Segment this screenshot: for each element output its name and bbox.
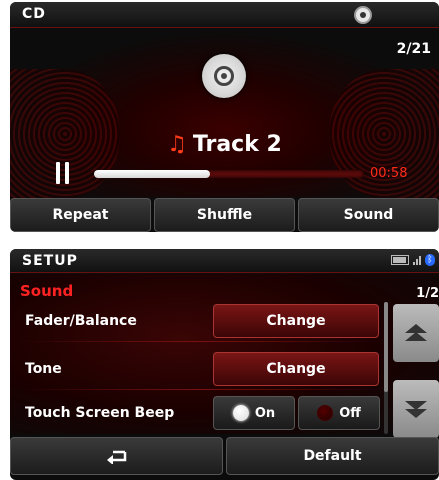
track-name: Track 2 <box>192 132 282 157</box>
track-title-line: ♫ Track 2 <box>10 132 439 157</box>
setting-row-tone: Tone Change <box>10 350 385 390</box>
scrollbar[interactable] <box>384 302 388 434</box>
cd-player-screen: CD 2/21 ♫ Track 2 00:58 Repeat Shuffle So… <box>10 2 439 232</box>
bluetooth-icon: ᛒ <box>425 254 435 266</box>
scrollbar-thumb[interactable] <box>384 302 388 392</box>
fader-balance-change-button[interactable]: Change <box>213 304 379 338</box>
setup-settings-area: Sound 1/2 Fader/Balance Change Tone Chan… <box>10 274 439 438</box>
setup-button-bar: Default <box>10 437 439 475</box>
cd-now-playing-area: 2/21 ♫ Track 2 00:58 <box>10 29 439 199</box>
beep-on-radio[interactable]: On <box>213 396 295 430</box>
playback-progress-bar[interactable] <box>94 170 364 178</box>
status-icons: ᛒ <box>391 254 435 266</box>
beep-off-radio[interactable]: Off <box>298 396 380 430</box>
tone-change-button[interactable]: Change <box>213 352 379 386</box>
signal-strength-icon <box>413 255 421 265</box>
cd-source-icon <box>354 6 372 24</box>
shuffle-button[interactable]: Shuffle <box>154 198 295 232</box>
setup-title-bar: SETUP ᛒ <box>10 249 439 273</box>
repeat-button[interactable]: Repeat <box>10 198 151 232</box>
sound-button[interactable]: Sound <box>298 198 439 232</box>
music-note-icon: ♫ <box>167 132 187 157</box>
setting-label: Tone <box>25 361 62 377</box>
setting-label: Fader/Balance <box>25 313 137 329</box>
playback-progress-fill <box>94 170 211 178</box>
beep-on-label: On <box>254 405 276 421</box>
section-title: Sound <box>20 282 74 300</box>
radio-selected-icon <box>232 405 249 421</box>
setting-row-touch-screen-beep: Touch Screen Beep On Off <box>10 394 385 434</box>
elapsed-time: 00:58 <box>370 166 408 181</box>
double-chevron-up-icon <box>405 324 427 341</box>
track-counter: 2/21 <box>396 41 431 57</box>
setup-screen: SETUP ᛒ Sound 1/2 Fader/Balance Change T… <box>10 249 439 480</box>
scroll-up-button[interactable] <box>393 304 439 362</box>
setting-row-fader-balance: Fader/Balance Change <box>10 302 385 342</box>
radio-unselected-icon <box>317 405 334 421</box>
setting-label: Touch Screen Beep <box>25 405 175 421</box>
page-indicator: 1/2 <box>416 286 439 301</box>
setup-screen-title: SETUP <box>22 253 78 269</box>
battery-icon <box>391 255 409 265</box>
scroll-down-button[interactable] <box>393 380 439 438</box>
pause-icon[interactable] <box>56 162 70 184</box>
cd-disc-icon <box>202 54 246 98</box>
cd-title-bar: CD <box>10 2 439 28</box>
cd-screen-title: CD <box>22 6 46 22</box>
back-arrow-icon <box>106 450 126 464</box>
beep-off-label: Off <box>339 405 361 421</box>
double-chevron-down-icon <box>405 401 427 418</box>
cd-button-bar: Repeat Shuffle Sound <box>10 198 439 232</box>
back-button[interactable] <box>10 437 223 475</box>
default-button[interactable]: Default <box>226 437 439 475</box>
